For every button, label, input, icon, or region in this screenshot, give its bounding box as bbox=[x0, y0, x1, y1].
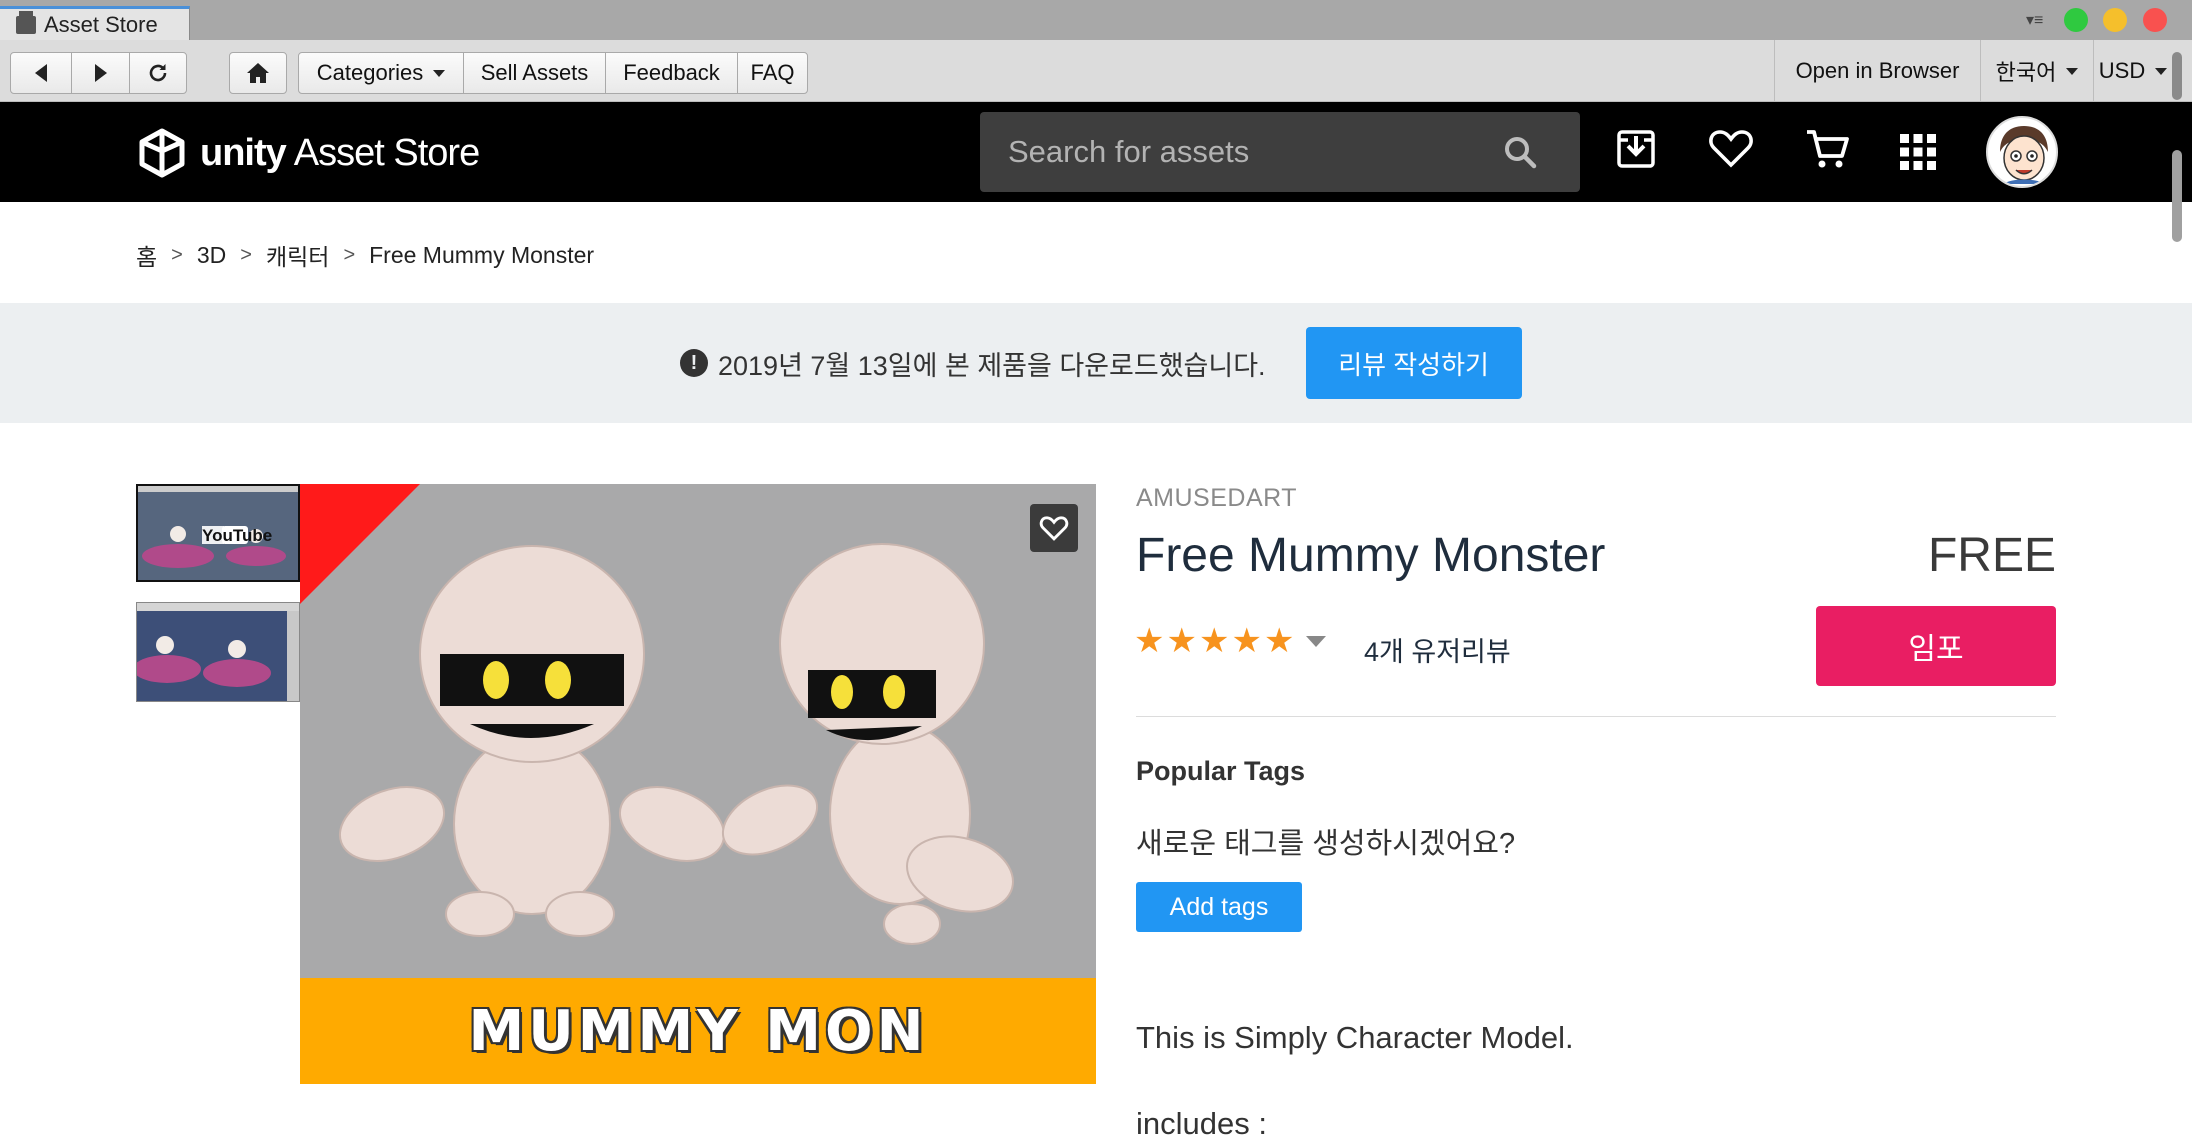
breadcrumb-current: Free Mummy Monster bbox=[369, 241, 595, 268]
reload-button[interactable] bbox=[129, 52, 187, 94]
logo-unity-text: unity bbox=[200, 131, 287, 174]
apps-grid-icon[interactable] bbox=[1898, 132, 1938, 172]
asset-store-tab-icon bbox=[16, 10, 36, 34]
write-review-button[interactable]: 리뷰 작성하기 bbox=[1305, 327, 1522, 399]
unity-cube-icon bbox=[139, 128, 185, 178]
breadcrumb-characters[interactable]: 캐릭터 bbox=[266, 238, 329, 272]
search-bar bbox=[980, 112, 1580, 192]
feedback-label: Feedback bbox=[623, 60, 720, 85]
forward-button[interactable] bbox=[71, 52, 130, 94]
thumbnail-video-preview: YouTube bbox=[138, 486, 298, 580]
open-in-browser-button[interactable]: Open in Browser bbox=[1774, 40, 1980, 102]
window-tab-title: Asset Store bbox=[44, 11, 158, 37]
breadcrumb-separator: > bbox=[240, 243, 252, 266]
window-tab[interactable]: Asset Store bbox=[0, 6, 190, 40]
chevron-down-icon bbox=[433, 69, 446, 77]
window-maximize-button[interactable] bbox=[2064, 8, 2088, 32]
create-tag-prompt: 새로운 태그를 생성하시겠어요? bbox=[1136, 828, 1516, 860]
avatar-cartoon-face-icon bbox=[2000, 126, 2048, 184]
red-corner-ribbon bbox=[300, 484, 420, 604]
description-line: includes : bbox=[1136, 1106, 1267, 1141]
home-button[interactable] bbox=[229, 52, 287, 94]
rating-stars[interactable]: ★ ★ ★ ★ ★ bbox=[1134, 622, 1327, 660]
image-banner-strip: MUMMY MON bbox=[300, 978, 1096, 1084]
toolbar-scrollbar[interactable] bbox=[2172, 52, 2182, 100]
thumbnail-youtube-label: YouTube bbox=[202, 526, 272, 545]
language-label: 한국어 bbox=[1995, 60, 2057, 85]
star-icon: ★ bbox=[1166, 622, 1197, 660]
language-dropdown[interactable]: 한국어 bbox=[1980, 40, 2093, 102]
review-count-link[interactable]: 4개 유저리뷰 bbox=[1364, 630, 1511, 669]
download-icon[interactable] bbox=[1615, 126, 1657, 170]
browser-toolbar: Categories Sell Assets Feedback FAQ Open… bbox=[0, 40, 2192, 102]
search-icon[interactable] bbox=[1502, 134, 1538, 170]
chevron-down-icon bbox=[2155, 67, 2168, 75]
section-divider bbox=[1136, 716, 2056, 717]
cart-icon[interactable] bbox=[1804, 126, 1850, 172]
page-scrollbar[interactable] bbox=[2172, 150, 2182, 242]
categories-label: Categories bbox=[316, 60, 424, 85]
star-icon: ★ bbox=[1134, 622, 1165, 660]
chevron-down-icon bbox=[2066, 67, 2079, 75]
home-icon bbox=[247, 63, 269, 83]
chevron-down-icon[interactable] bbox=[1306, 635, 1327, 647]
breadcrumb-3d[interactable]: 3D bbox=[197, 242, 226, 269]
sell-assets-button[interactable]: Sell Assets bbox=[463, 52, 606, 94]
window-close-button[interactable] bbox=[2143, 8, 2167, 32]
search-input[interactable] bbox=[1008, 112, 1488, 192]
store-header: unity Asset Store bbox=[0, 102, 2192, 202]
product-price: FREE bbox=[1927, 529, 2056, 582]
window-titlebar: Asset Store ▾≡ bbox=[0, 0, 2192, 40]
categories-dropdown[interactable]: Categories bbox=[298, 52, 464, 94]
download-notice-text: 2019년 7월 13일에 본 제품을 다운로드했습니다. bbox=[718, 350, 1266, 381]
window-menu-icon[interactable]: ▾≡ bbox=[2026, 10, 2043, 30]
popular-tags-heading: Popular Tags bbox=[1136, 756, 1306, 786]
description-line: This is Simply Character Model. bbox=[1136, 1020, 1574, 1055]
star-icon: ★ bbox=[1231, 622, 1262, 660]
faq-button[interactable]: FAQ bbox=[737, 52, 808, 94]
star-icon: ★ bbox=[1198, 622, 1230, 660]
user-avatar[interactable] bbox=[1986, 116, 2058, 188]
unity-asset-store-logo[interactable]: unity Asset Store bbox=[136, 128, 480, 178]
reload-icon bbox=[149, 64, 167, 82]
star-icon: ★ bbox=[1263, 622, 1295, 660]
add-to-favorites-button[interactable] bbox=[1030, 504, 1078, 552]
open-in-browser-label: Open in Browser bbox=[1795, 58, 1960, 83]
breadcrumb-separator: > bbox=[171, 243, 183, 266]
import-button[interactable]: 임포 bbox=[1816, 606, 2056, 686]
currency-label: USD bbox=[2098, 58, 2146, 83]
product-main-image[interactable]: MUMMY MON bbox=[300, 484, 1096, 1084]
add-tags-button[interactable]: Add tags bbox=[1136, 882, 1302, 932]
gallery-thumbnail-editor[interactable] bbox=[136, 602, 300, 702]
back-button[interactable] bbox=[10, 52, 72, 94]
download-notice-banner: ! 2019년 7월 13일에 본 제품을 다운로드했습니다. 리뷰 작성하기 bbox=[0, 303, 2192, 423]
heart-icon[interactable] bbox=[1708, 126, 1754, 170]
breadcrumb-home[interactable]: 홈 bbox=[136, 238, 157, 272]
image-banner-text: MUMMY MON bbox=[468, 998, 928, 1064]
heart-icon bbox=[1039, 516, 1069, 541]
product-title: Free Mummy Monster bbox=[1136, 529, 1606, 582]
sell-assets-label: Sell Assets bbox=[480, 60, 589, 85]
window-minimize-button[interactable] bbox=[2103, 8, 2127, 32]
alert-icon: ! bbox=[680, 349, 708, 377]
breadcrumb: 홈 > 3D > 캐릭터 > Free Mummy Monster bbox=[136, 238, 594, 272]
breadcrumb-separator: > bbox=[343, 243, 356, 266]
back-arrow-icon bbox=[35, 64, 47, 82]
forward-arrow-icon bbox=[94, 64, 107, 82]
currency-dropdown[interactable]: USD bbox=[2093, 40, 2172, 102]
feedback-button[interactable]: Feedback bbox=[605, 52, 738, 94]
thumbnail-editor-preview bbox=[137, 603, 299, 701]
logo-store-text: Asset Store bbox=[293, 131, 480, 174]
faq-label: FAQ bbox=[750, 60, 795, 85]
publisher-name[interactable]: AMUSEDART bbox=[1136, 484, 1297, 513]
gallery-thumbnail-video[interactable]: YouTube bbox=[136, 484, 300, 582]
